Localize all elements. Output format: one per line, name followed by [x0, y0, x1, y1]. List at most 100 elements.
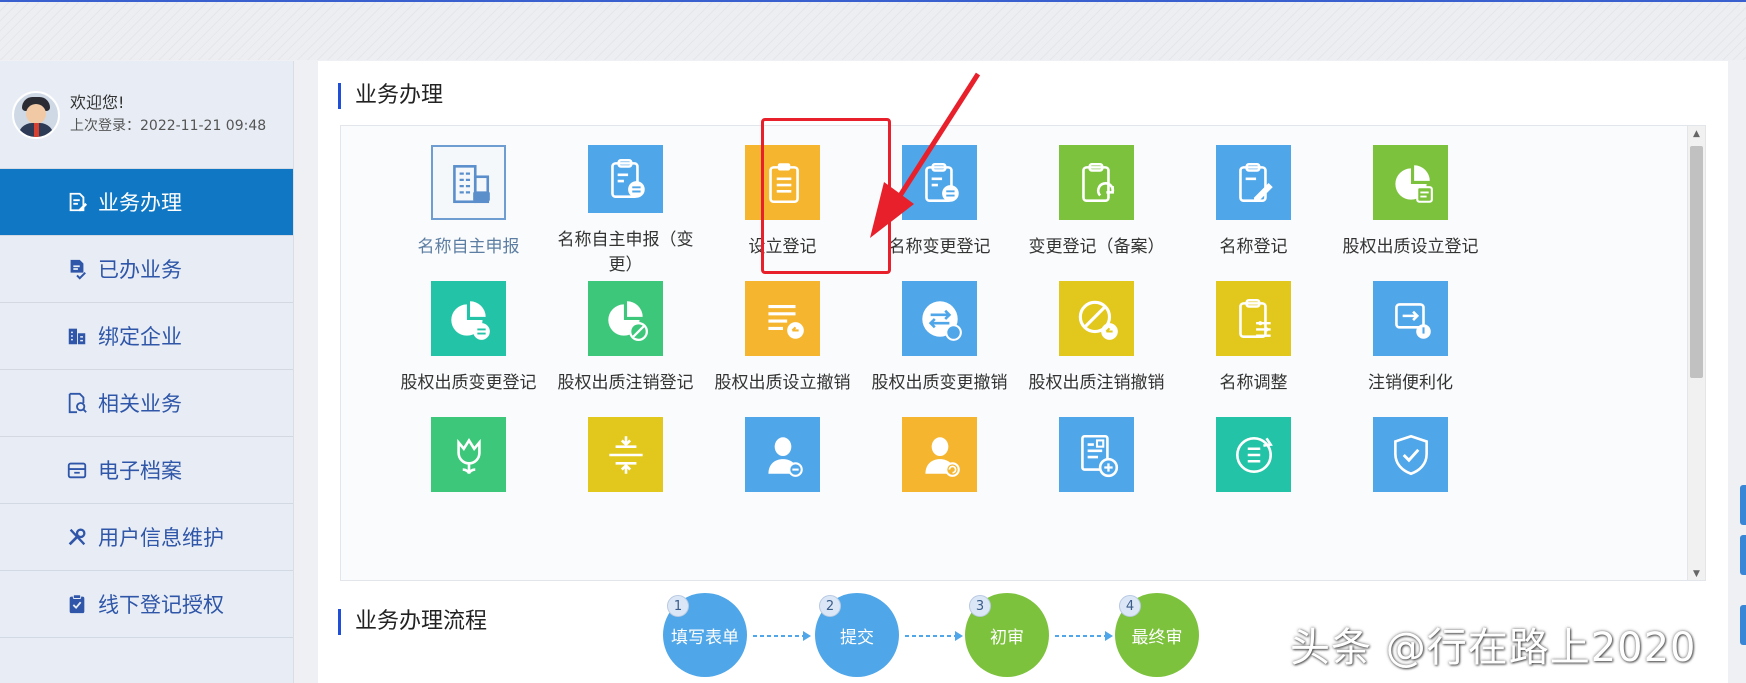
tools-icon	[66, 526, 88, 548]
archive-box-icon	[66, 459, 88, 481]
service-tile[interactable]	[1166, 398, 1341, 550]
list-cycle-icon	[1216, 417, 1291, 492]
service-tile[interactable]	[852, 398, 1027, 550]
service-label: 名称变更登记	[888, 237, 991, 257]
clipboard-pen-icon	[1216, 145, 1291, 220]
sidebar-item-business[interactable]: 业务办理	[0, 169, 293, 236]
flow-step: 4 最终审	[1115, 593, 1199, 677]
sidebar-item-label: 线下登记授权	[98, 593, 224, 617]
service-tile[interactable]: 名称调整	[1166, 262, 1341, 414]
flow-step-number: 4	[1119, 595, 1141, 617]
header-band	[0, 2, 1746, 60]
user-info: 欢迎您! 上次登录：2022-11-21 09:48	[70, 92, 266, 138]
service-tile[interactable]: 股权出质设立登记	[1323, 126, 1498, 278]
flow-step-number: 3	[969, 595, 991, 617]
services-scrollbar[interactable]: ▲ ▼	[1687, 126, 1705, 580]
service-tile[interactable]: 注销便利化	[1323, 262, 1498, 414]
flow-connector-arrow	[753, 631, 811, 641]
service-tile[interactable]: 股权出质变更登记	[381, 262, 556, 414]
service-tile[interactable]	[695, 398, 870, 550]
service-label: 股权出质注销撤销	[1028, 373, 1165, 393]
service-tile[interactable]: 股权出质设立撤销	[695, 262, 870, 414]
sidebar-item-user-info[interactable]: 用户信息维护	[0, 504, 293, 571]
sidebar-item-archive[interactable]: 电子档案	[0, 437, 293, 504]
flow-step-number: 2	[819, 595, 841, 617]
side-tab[interactable]	[1740, 485, 1746, 525]
document-search-icon	[66, 392, 88, 414]
clipboard-swap-icon	[588, 145, 663, 213]
service-tile[interactable]	[381, 398, 556, 550]
flow-step-label: 提交	[840, 627, 874, 648]
flow-step-number: 1	[667, 595, 689, 617]
pie-chart-cancel-icon	[588, 281, 663, 356]
last-login-text: 上次登录：2022-11-21 09:48	[70, 117, 267, 134]
services-grid-panel: 名称自主申报 名称自主申报（变更） 设立登记 名称变更登记 变更登记（备案） 名称登记 股权…	[340, 125, 1706, 581]
clipboard-icon	[745, 145, 820, 220]
clipboard-adjust-icon	[1216, 281, 1291, 356]
service-label: 股权出质设立登记	[1342, 237, 1479, 257]
tulip-icon	[431, 417, 506, 492]
sidebar-item-label: 用户信息维护	[98, 526, 224, 550]
welcome-text: 欢迎您!	[70, 92, 125, 112]
scroll-up-icon[interactable]: ▲	[1688, 126, 1705, 142]
service-tile[interactable]: 名称自主申报	[381, 126, 556, 278]
clipboard-check-icon	[66, 593, 88, 615]
flow-connector-arrow	[1055, 631, 1113, 641]
sidebar-item-bind-company[interactable]: 绑定企业	[0, 303, 293, 370]
service-tile[interactable]: 股权出质注销撤销	[1009, 262, 1184, 414]
person-refresh-icon	[902, 417, 977, 492]
building-icon	[66, 325, 88, 347]
service-tile[interactable]	[538, 398, 713, 550]
sidebar-item-label: 业务办理	[98, 191, 182, 215]
service-label: 股权出质注销登记	[557, 373, 694, 393]
flow-step-label: 填写表单	[671, 627, 739, 648]
service-tile[interactable]: 名称变更登记	[852, 126, 1027, 278]
user-box: 欢迎您! 上次登录：2022-11-21 09:48	[0, 61, 293, 169]
side-tab[interactable]	[1740, 535, 1746, 575]
service-label: 股权出质变更登记	[400, 373, 537, 393]
scroll-thumb[interactable]	[1690, 146, 1703, 378]
merge-icon	[588, 417, 663, 492]
doc-plus-icon	[1059, 417, 1134, 492]
logout-icon	[1373, 281, 1448, 356]
section-title-business: 业务办理	[338, 83, 443, 109]
sidebar-item-offline-auth[interactable]: 线下登记授权	[0, 571, 293, 638]
sidebar-item-label: 电子档案	[98, 459, 182, 483]
service-label: 名称自主申报	[417, 237, 520, 257]
service-tile[interactable]: 股权出质注销登记	[538, 262, 713, 414]
shield-check-icon	[1373, 417, 1448, 492]
list-undo-icon	[745, 281, 820, 356]
sidebar-item-label: 已办业务	[98, 258, 182, 282]
service-tile[interactable]: 名称自主申报（变更）	[538, 126, 713, 278]
sidebar-item-label: 相关业务	[98, 392, 182, 416]
service-label: 股权出质变更撤销	[871, 373, 1008, 393]
sidebar-item-done[interactable]: 已办业务	[0, 236, 293, 303]
service-label: 名称登记	[1219, 237, 1288, 257]
clipboard-swap-icon	[902, 145, 977, 220]
service-tile[interactable]: 设立登记	[695, 126, 870, 278]
document-check-icon	[66, 258, 88, 280]
service-label: 名称调整	[1219, 373, 1288, 393]
cancel-undo-icon	[1059, 281, 1134, 356]
service-tile[interactable]: 名称登记	[1166, 126, 1341, 278]
service-tile[interactable]: 股权出质变更撤销	[852, 262, 1027, 414]
pie-chart-swap-icon	[431, 281, 506, 356]
sidebar-item-related[interactable]: 相关业务	[0, 370, 293, 437]
service-tile[interactable]	[1009, 398, 1184, 550]
watermark-text: 头条 @行在路上2020	[1290, 625, 1697, 671]
pie-chart-doc-icon	[1373, 145, 1448, 220]
service-tile[interactable]	[1323, 398, 1498, 550]
flow-step-label: 初审	[990, 627, 1024, 648]
flow-step: 3 初审	[965, 593, 1049, 677]
service-label: 股权出质设立撤销	[714, 373, 851, 393]
side-tab[interactable]	[1740, 605, 1746, 645]
building-badge-icon	[431, 145, 506, 220]
clipboard-refresh-icon	[1059, 145, 1134, 220]
flow-step: 1 填写表单	[663, 593, 747, 677]
main-panel: 业务办理 名称自主申报 名称自主申报（变更） 设立登记 名称变更登记 变更登记（备案） 名…	[318, 61, 1728, 683]
service-label: 变更登记（备案）	[1028, 237, 1165, 257]
edit-document-icon	[66, 191, 88, 213]
service-label: 设立登记	[748, 237, 817, 257]
scroll-down-icon[interactable]: ▼	[1688, 566, 1705, 580]
service-tile[interactable]: 变更登记（备案）	[1009, 126, 1184, 278]
